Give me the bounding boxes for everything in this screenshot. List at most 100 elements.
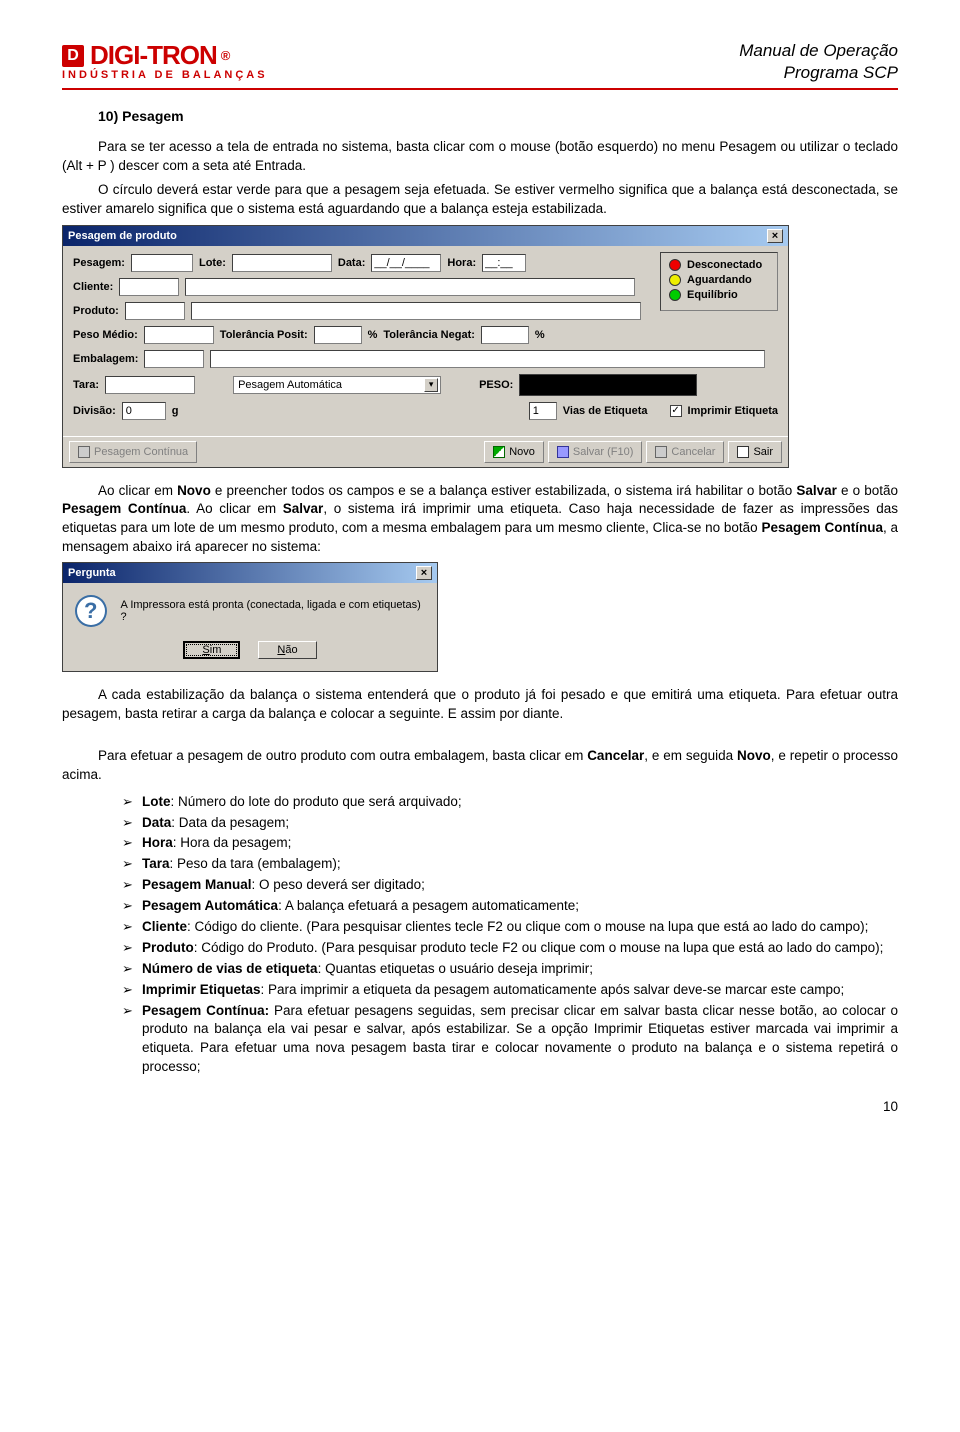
registered-icon: ® xyxy=(221,48,231,63)
input-vias[interactable]: 1 xyxy=(529,402,557,420)
question-icon: ? xyxy=(75,595,107,627)
input-lote[interactable] xyxy=(232,254,332,272)
label-g: g xyxy=(172,405,179,417)
logo: D DIGI-TRON ® INDÚSTRIA DE BALANÇAS xyxy=(62,40,268,81)
input-pesagem[interactable] xyxy=(131,254,193,272)
btn-cancelar[interactable]: Cancelar xyxy=(646,441,724,463)
label-produto: Produto: xyxy=(73,305,119,317)
logo-subtitle: INDÚSTRIA DE BALANÇAS xyxy=(62,69,268,81)
paragraph-4: A cada estabilização da balança o sistem… xyxy=(62,686,898,723)
select-pesagem-modo[interactable]: Pesagem Automática ▾ xyxy=(233,376,441,394)
list-item: Lote: Número do lote do produto que será… xyxy=(122,793,898,812)
list-item: Hora: Hora da pesagem; xyxy=(122,834,898,853)
btn-nao[interactable]: Não xyxy=(258,641,316,659)
status-desconectado: Desconectado xyxy=(687,259,762,271)
select-pesagem-modo-value: Pesagem Automática xyxy=(238,379,342,391)
paragraph-5: Para efetuar a pesagem de outro produto … xyxy=(62,747,898,784)
save-icon xyxy=(557,446,569,458)
logo-mark: D xyxy=(62,45,84,67)
label-hora: Hora: xyxy=(447,257,476,269)
btn-pesagem-continua-label: Pesagem Contínua xyxy=(94,446,188,458)
btn-salvar-label: Salvar (F10) xyxy=(573,446,634,458)
list-item: Imprimir Etiquetas: Para imprimir a etiq… xyxy=(122,981,898,1000)
dot-yellow-icon xyxy=(669,274,681,286)
dot-red-icon xyxy=(669,259,681,271)
dot-green-icon xyxy=(669,289,681,301)
page-number: 10 xyxy=(62,1099,898,1114)
input-embalagem-cod[interactable] xyxy=(144,350,204,368)
display-peso xyxy=(519,374,697,396)
list-item: Cliente: Código do cliente. (Para pesqui… xyxy=(122,918,898,937)
dialog-title: Pergunta xyxy=(68,567,116,579)
label-cliente: Cliente: xyxy=(73,281,113,293)
exit-icon xyxy=(737,446,749,458)
input-data[interactable]: __/__/____ xyxy=(371,254,441,272)
window-title: Pesagem de produto xyxy=(68,230,177,242)
label-vias: Vias de Etiqueta xyxy=(563,405,648,417)
field-list: Lote: Número do lote do produto que será… xyxy=(122,793,898,1077)
input-hora[interactable]: __:__ xyxy=(482,254,526,272)
label-imprimir: Imprimir Etiqueta xyxy=(688,405,778,417)
label-embalagem: Embalagem: xyxy=(73,353,138,365)
paragraph-1: Para se ter acesso a tela de entrada no … xyxy=(62,138,898,175)
chevron-down-icon: ▾ xyxy=(424,378,438,392)
input-produto-nome[interactable] xyxy=(191,302,641,320)
list-item: Data: Data da pesagem; xyxy=(122,814,898,833)
list-item: Pesagem Manual: O peso deverá ser digita… xyxy=(122,876,898,895)
input-tara[interactable] xyxy=(105,376,195,394)
label-divisao: Divisão: xyxy=(73,405,116,417)
dialog-titlebar: Pergunta × xyxy=(63,563,437,583)
btn-cancelar-label: Cancelar xyxy=(671,446,715,458)
checkbox-imprimir[interactable]: ✓ xyxy=(670,405,682,417)
label-lote: Lote: xyxy=(199,257,226,269)
status-aguardando: Aguardando xyxy=(687,274,752,286)
label-pct1: % xyxy=(368,329,378,341)
btn-sair[interactable]: Sair xyxy=(728,441,782,463)
paragraph-2: O círculo deverá estar verde para que a … xyxy=(62,181,898,218)
btn-salvar[interactable]: Salvar (F10) xyxy=(548,441,643,463)
paragraph-3: Ao clicar em Novo e preencher todos os c… xyxy=(62,482,898,557)
doc-title: Manual de Operação Programa SCP xyxy=(739,40,898,84)
btn-sim[interactable]: Sim xyxy=(183,641,240,659)
list-item: Tara: Peso da tara (embalagem); xyxy=(122,855,898,874)
list-item: Produto: Código do Produto. (Para pesqui… xyxy=(122,939,898,958)
logo-text: DIGI-TRON xyxy=(90,40,217,71)
list-item: Número de vias de etiqueta: Quantas etiq… xyxy=(122,960,898,979)
doc-title-line2: Programa SCP xyxy=(739,62,898,84)
doc-title-line1: Manual de Operação xyxy=(739,40,898,62)
input-peso-medio[interactable] xyxy=(144,326,214,344)
label-tol-posit: Tolerância Posit: xyxy=(220,329,308,341)
header-rule xyxy=(62,88,898,90)
titlebar: Pesagem de produto × xyxy=(63,226,788,246)
input-tol-posit[interactable] xyxy=(314,326,362,344)
input-cliente-nome[interactable] xyxy=(185,278,635,296)
close-icon[interactable]: × xyxy=(416,566,432,580)
label-tara: Tara: xyxy=(73,379,99,391)
label-peso-medio: Peso Médio: xyxy=(73,329,138,341)
window-pesagem-produto: Pesagem de produto × Desconectado Aguard… xyxy=(62,225,789,468)
list-item: Pesagem Contínua: Para efetuar pesagens … xyxy=(122,1002,898,1078)
label-pct2: % xyxy=(535,329,545,341)
status-equilibrio: Equilíbrio xyxy=(687,289,738,301)
label-data: Data: xyxy=(338,257,366,269)
status-legend: Desconectado Aguardando Equilíbrio xyxy=(660,252,778,311)
btn-novo-label: Novo xyxy=(509,446,535,458)
label-pesagem: Pesagem: xyxy=(73,257,125,269)
list-item: Pesagem Automática: A balança efetuará a… xyxy=(122,897,898,916)
input-embalagem-nome[interactable] xyxy=(210,350,765,368)
toolbar: Pesagem Contínua Novo Salvar (F10) Cance… xyxy=(63,436,788,467)
btn-novo[interactable]: Novo xyxy=(484,441,544,463)
input-cliente-cod[interactable] xyxy=(119,278,179,296)
new-icon xyxy=(493,446,505,458)
btn-pesagem-continua[interactable]: Pesagem Contínua xyxy=(69,441,197,463)
label-tol-negat: Tolerância Negat: xyxy=(383,329,475,341)
input-produto-cod[interactable] xyxy=(125,302,185,320)
input-divisao[interactable]: 0 xyxy=(122,402,166,420)
close-icon[interactable]: × xyxy=(767,229,783,243)
dialog-pergunta: Pergunta × ? A Impressora está pronta (c… xyxy=(62,562,438,672)
btn-sair-label: Sair xyxy=(753,446,773,458)
continuous-icon xyxy=(78,446,90,458)
input-tol-negat[interactable] xyxy=(481,326,529,344)
label-peso: PESO: xyxy=(479,379,513,391)
cancel-icon xyxy=(655,446,667,458)
